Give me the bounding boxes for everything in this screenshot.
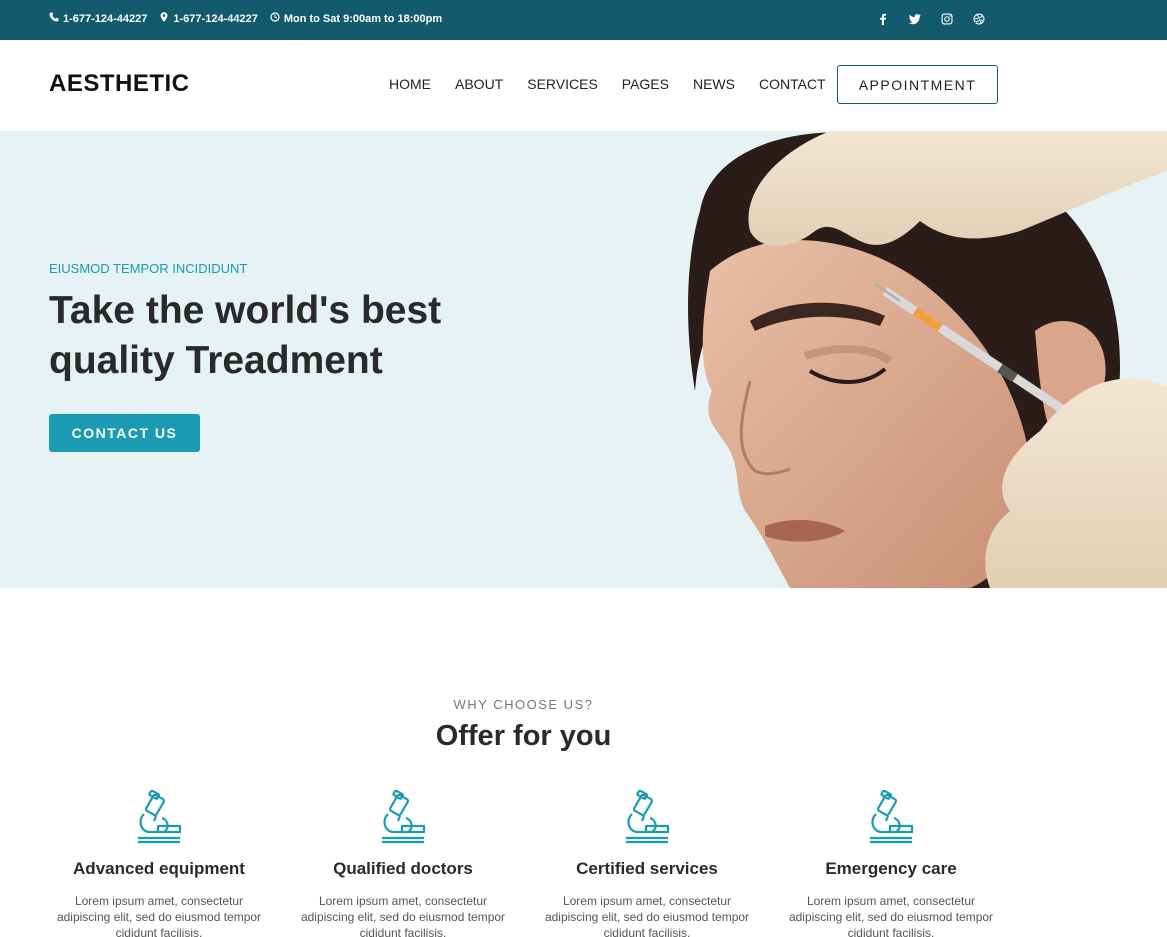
feature-card: Certified services Lorem ipsum amet, con… — [525, 790, 769, 937]
feature-card: Advanced equipment Lorem ipsum amet, con… — [37, 790, 281, 937]
microscope-icon — [382, 790, 426, 844]
nav-pages[interactable]: PAGES — [622, 76, 669, 92]
nav-contact[interactable]: CONTACT — [759, 76, 826, 92]
features-list: Advanced equipment Lorem ipsum amet, con… — [37, 790, 1013, 937]
section-title: Offer for you — [435, 720, 612, 752]
location-info: 1-677-124-44227 — [159, 12, 258, 25]
feature-text: Lorem ipsum amet, consectetur adipiscing… — [544, 894, 750, 937]
main-nav: HOME ABOUT SERVICES PAGES NEWS CONTACT — [389, 76, 850, 92]
feature-text: Lorem ipsum amet, consectetur adipiscing… — [56, 894, 262, 937]
microscope-icon — [626, 790, 670, 844]
feature-card: Emergency care Lorem ipsum amet, consect… — [769, 790, 1013, 937]
feature-text: Lorem ipsum amet, consectetur adipiscing… — [788, 894, 994, 937]
instagram-icon[interactable] — [940, 12, 954, 26]
contact-us-button[interactable]: CONTACT US — [49, 414, 200, 452]
why-eyebrow: WHY CHOOSE US? — [453, 697, 594, 712]
facebook-icon[interactable] — [876, 12, 890, 26]
opening-hours: Mon to Sat 9:00am to 18:00pm — [283, 12, 443, 25]
location-phone[interactable]: 1-677-124-44227 — [173, 13, 257, 25]
feature-title: Advanced equipment — [73, 859, 245, 878]
feature-title: Qualified doctors — [333, 859, 473, 878]
hero-title: Take the world's best quality Treadment — [49, 289, 442, 382]
social-links — [876, 12, 986, 26]
site-logo[interactable]: AESTHETIC — [49, 70, 190, 98]
microscope-icon — [870, 790, 914, 844]
clock-icon — [270, 12, 280, 25]
hero-photo — [688, 131, 1167, 588]
nav-about[interactable]: ABOUT — [455, 76, 503, 92]
nav-services[interactable]: SERVICES — [527, 76, 598, 92]
contact-info: 1-677-124-44227 1-677-124-44227 Mon to S… — [49, 12, 442, 25]
site-header: AESTHETIC HOME ABOUT SERVICES PAGES NEWS… — [0, 40, 1167, 131]
phone-icon — [49, 12, 59, 25]
nav-news[interactable]: NEWS — [693, 76, 735, 92]
microscope-icon — [138, 790, 182, 844]
phone-number[interactable]: 1-677-124-44227 — [63, 13, 147, 25]
top-bar: 1-677-124-44227 1-677-124-44227 Mon to S… — [0, 0, 1167, 40]
twitter-icon[interactable] — [908, 12, 922, 26]
dribbble-icon[interactable] — [972, 12, 986, 26]
hours-info: Mon to Sat 9:00am to 18:00pm — [270, 12, 442, 25]
nav-home[interactable]: HOME — [389, 76, 431, 92]
phone-info: 1-677-124-44227 — [49, 12, 147, 25]
feature-title: Certified services — [576, 859, 718, 878]
appointment-button[interactable]: APPOINTMENT — [837, 65, 998, 104]
feature-text: Lorem ipsum amet, consectetur adipiscing… — [300, 894, 506, 937]
feature-card: Qualified doctors Lorem ipsum amet, cons… — [281, 790, 525, 937]
feature-title: Emergency care — [825, 859, 957, 878]
map-marker-icon — [159, 12, 169, 25]
hero-section: EIUSMOD TEMPOR INCIDIDUNT Take the world… — [0, 131, 1167, 588]
hero-eyebrow: EIUSMOD TEMPOR INCIDIDUNT — [49, 261, 248, 276]
